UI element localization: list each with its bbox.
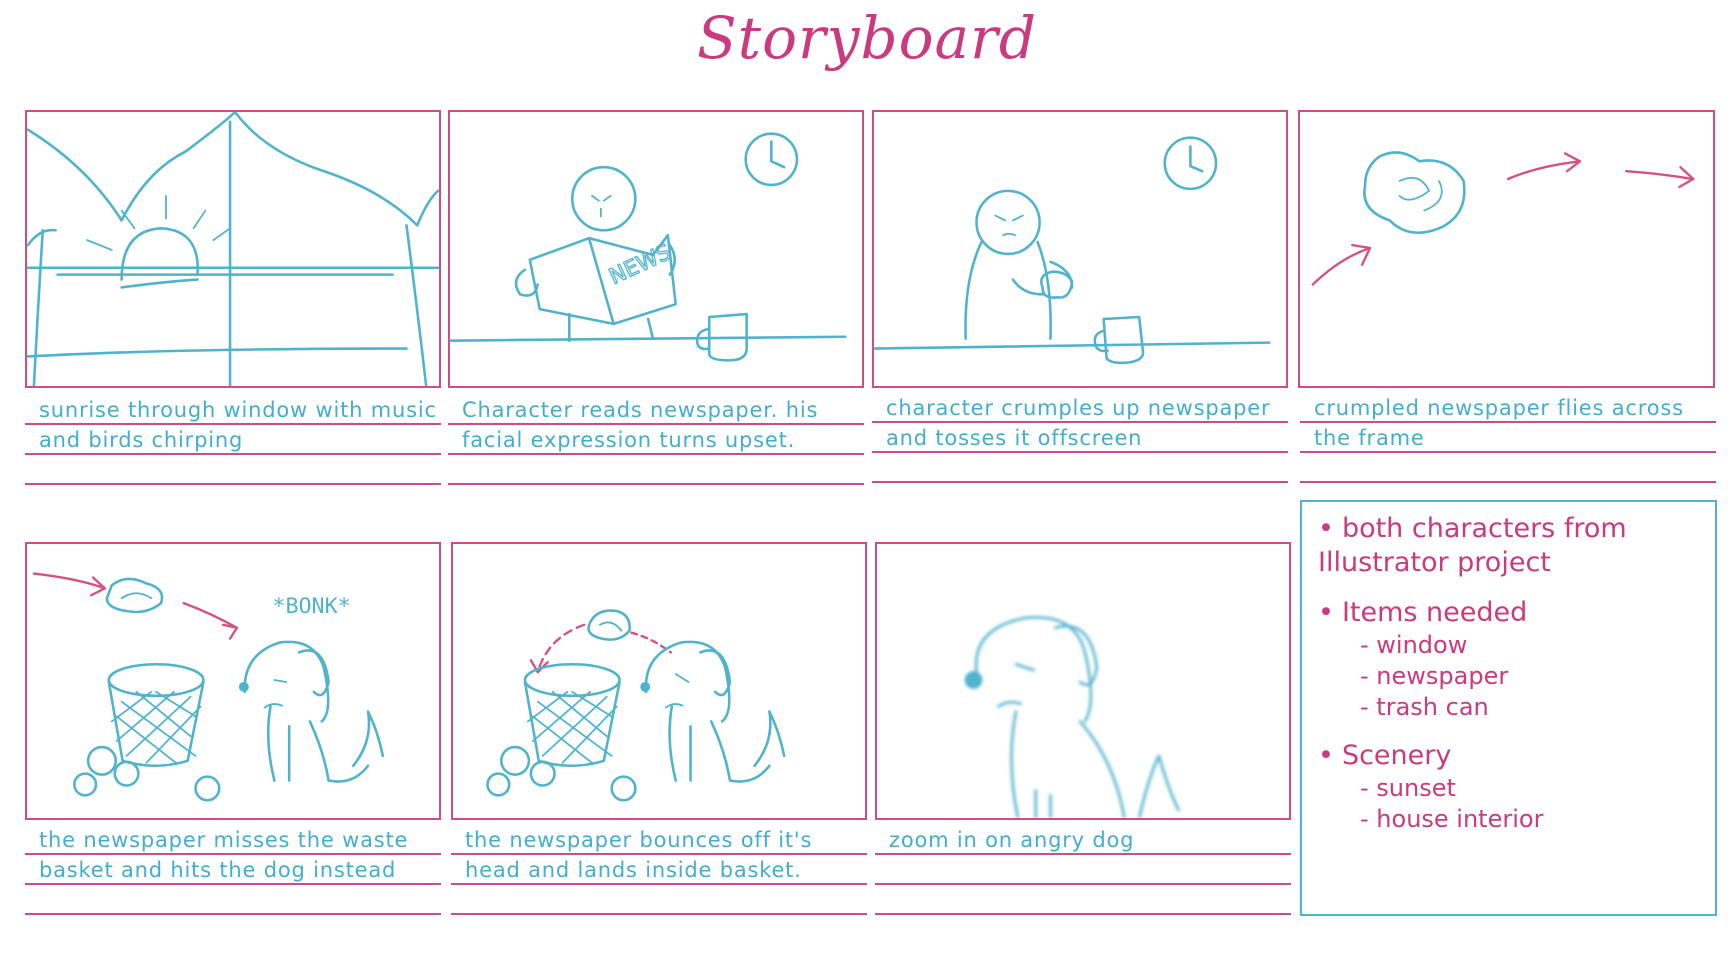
panel-7-caption: zoom in on angry dog: [875, 825, 1291, 915]
note-scenery: Scenery sunset house interior: [1318, 739, 1699, 835]
panel-3-crumpling-newspaper: [872, 110, 1288, 388]
panel-5-bonk-dog: *BONK*: [25, 542, 441, 820]
panel-1-sunrise-window: [25, 110, 441, 388]
panel-2-reading-newspaper: NEWS: [448, 110, 864, 388]
note-characters-text: both characters from Illustrator project: [1318, 512, 1699, 580]
storyboard-title: Storyboard: [697, 4, 1037, 72]
note-scenery-heading: Scenery: [1318, 739, 1699, 773]
panel-6-into-basket: [451, 542, 867, 820]
panel-7-angry-dog: [875, 542, 1291, 820]
panel-2-caption: Character reads newspaper. his facial ex…: [448, 395, 864, 485]
bonk-sound-effect: *BONK*: [272, 594, 350, 619]
panel-1-caption: sunrise through window with music and bi…: [25, 395, 441, 495]
flying-newspaper-sketch: [1311, 151, 1695, 286]
crumpling-sketch: [874, 136, 1271, 365]
note-items-needed: Items needed window newspaper trash can: [1318, 596, 1699, 723]
news-label: NEWS: [606, 240, 676, 290]
panel-3-caption: character crumples up newspaper and toss…: [872, 393, 1288, 483]
angry-dog-sketch: [964, 616, 1180, 818]
into-basket-sketch: [486, 609, 786, 802]
note-item-window: window: [1318, 630, 1699, 661]
note-item-trash-can: trash can: [1318, 692, 1699, 723]
sunrise-window-sketch: [27, 112, 439, 386]
notes-box: both characters from Illustrator project…: [1300, 500, 1717, 916]
panel-4-caption: crumpled newspaper flies across the fram…: [1300, 393, 1716, 483]
reading-newspaper-sketch: NEWS: [450, 132, 847, 362]
note-item-newspaper: newspaper: [1318, 661, 1699, 692]
panel-4-flying-newspaper: [1298, 110, 1715, 388]
panel-6-caption: the newspaper bounces off it's head and …: [451, 825, 867, 915]
note-scenery-sunset: sunset: [1318, 773, 1699, 804]
panel-5-caption: the newspaper misses the waste basket an…: [25, 825, 441, 915]
note-items-heading: Items needed: [1318, 596, 1699, 630]
bonk-dog-sketch: *BONK*: [32, 572, 385, 802]
note-characters: both characters from Illustrator project: [1318, 512, 1699, 580]
note-scenery-house-interior: house interior: [1318, 804, 1699, 835]
